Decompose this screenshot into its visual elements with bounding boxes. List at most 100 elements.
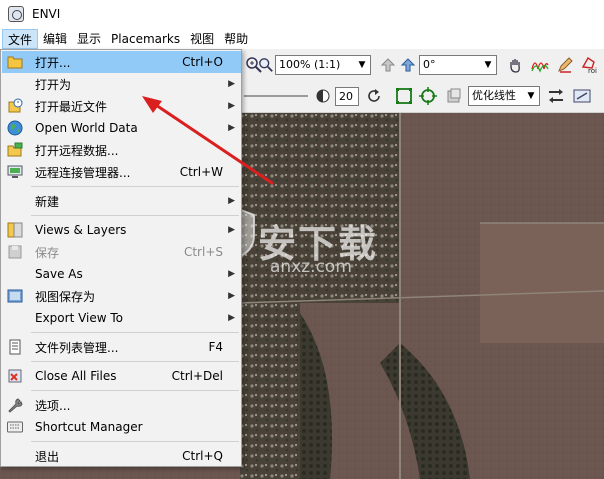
menu-item-options[interactable]: 选项... [2, 394, 241, 416]
menu-item-label: Shortcut Manager [35, 420, 143, 434]
title-bar: ENVI [0, 0, 604, 28]
menu-item-save-view-as[interactable]: 视图保存为 ▶ [2, 285, 241, 307]
menu-item-recent-files[interactable]: 打开最近文件 ▶ [2, 95, 241, 117]
menu-item-open-world-data[interactable]: Open World Data ▶ [2, 117, 241, 139]
menu-item-shortcut: F4 [208, 340, 223, 354]
keyboard-icon [7, 419, 23, 435]
menu-item-open[interactable]: 打开... Ctrl+O [2, 51, 241, 73]
chevron-down-icon: ▼ [358, 60, 366, 70]
chevron-right-icon: ▶ [228, 196, 235, 206]
menu-separator [31, 361, 239, 362]
transparency-slider[interactable] [244, 95, 308, 97]
menu-bar: 文件 编辑 显示 Placemarks 视图 帮助 [0, 28, 604, 49]
menu-item-label: 新建 [35, 194, 60, 209]
menu-separator [31, 332, 239, 333]
crosshair-icon[interactable] [418, 86, 438, 106]
remote-connection-icon [7, 164, 23, 180]
menu-item-label: 选项... [35, 398, 71, 413]
pencil-icon[interactable] [555, 55, 575, 75]
menu-separator [31, 441, 239, 442]
wrench-icon [7, 397, 23, 413]
menu-item-label: Export View To [35, 311, 124, 325]
layer-link-icon[interactable] [444, 86, 464, 106]
stretch-select[interactable]: 优化线性 ▼ [468, 86, 540, 106]
chevron-right-icon: ▶ [228, 291, 235, 301]
spectral-profile-icon[interactable] [530, 55, 550, 75]
menu-file[interactable]: 文件 [2, 28, 39, 49]
window-title: ENVI [32, 7, 61, 21]
watermark-subtext: anxz.com [270, 257, 352, 277]
globe-icon [7, 120, 23, 136]
menu-item-remote-connection-manager[interactable]: 远程连接管理器... Ctrl+W [2, 161, 241, 183]
menu-item-label: Open World Data [35, 121, 138, 135]
stretch-refresh-icon[interactable] [546, 86, 566, 106]
menu-item-shortcut-manager[interactable]: Shortcut Manager [2, 416, 241, 438]
chevron-down-icon: ▼ [527, 91, 535, 101]
refresh-icon[interactable] [364, 86, 384, 106]
save-icon [7, 244, 23, 260]
menu-item-shortcut: Ctrl+Del [171, 369, 223, 383]
menu-item-open-as[interactable]: 打开为 ▶ [2, 73, 241, 95]
menu-item-exit[interactable]: 退出 Ctrl+Q [2, 445, 241, 467]
chevron-down-icon: ▼ [484, 60, 492, 70]
remote-data-icon [7, 142, 23, 158]
menu-view[interactable]: 视图 [185, 29, 219, 49]
zoom-out-icon[interactable] [256, 55, 276, 75]
hand-pan-icon[interactable] [505, 55, 525, 75]
roi-tool-icon[interactable]: roi [580, 55, 600, 75]
menu-item-label: 打开最近文件 [35, 99, 108, 114]
chevron-right-icon: ▶ [228, 225, 235, 235]
close-files-icon [7, 368, 23, 384]
chevron-right-icon: ▶ [228, 313, 235, 323]
menu-item-save-as[interactable]: Save As ▶ [2, 263, 241, 285]
menu-item-label: 视图保存为 [35, 289, 96, 304]
chevron-right-icon: ▶ [228, 101, 235, 111]
file-menu-dropdown: 打开... Ctrl+O 打开为 ▶ 打开最近文件 ▶ Open World D… [0, 49, 242, 467]
folder-open-icon [7, 54, 23, 70]
transparency-input[interactable]: 20 [335, 87, 359, 106]
menu-item-label: 打开远程数据... [35, 143, 119, 158]
menu-item-open-remote-data[interactable]: 打开远程数据... [2, 139, 241, 161]
chevron-right-icon: ▶ [228, 79, 235, 89]
menu-help[interactable]: 帮助 [219, 29, 253, 49]
menu-item-label: 远程连接管理器... [35, 165, 131, 180]
zoom-select-value: 100% (1:1) [279, 58, 341, 71]
menu-item-label: 打开... [35, 55, 71, 70]
menu-item-shortcut: Ctrl+S [183, 245, 223, 259]
menu-item-label: Save As [35, 267, 83, 281]
rotate-up-icon[interactable] [378, 55, 398, 75]
chevron-right-icon: ▶ [228, 123, 235, 133]
menu-item-label: 退出 [35, 449, 60, 464]
menu-display[interactable]: 显示 [72, 29, 106, 49]
roi-label: roi [588, 67, 597, 74]
menu-item-export-view-to[interactable]: Export View To ▶ [2, 307, 241, 329]
menu-item-new[interactable]: 新建 ▶ [2, 190, 241, 212]
views-layers-icon [7, 222, 23, 238]
menu-item-shortcut: Ctrl+Q [182, 449, 223, 463]
zoom-select[interactable]: 100% (1:1) ▼ [275, 55, 371, 75]
transparency-icon [313, 86, 333, 106]
menu-edit[interactable]: 编辑 [38, 29, 72, 49]
menu-item-label: 保存 [35, 245, 60, 260]
menu-item-label: Views & Layers [35, 223, 127, 237]
chevron-right-icon: ▶ [228, 269, 235, 279]
file-list-icon [7, 339, 23, 355]
menu-item-views-layers[interactable]: Views & Layers ▶ [2, 219, 241, 241]
full-extent-icon[interactable] [394, 86, 414, 106]
rotate-icon[interactable] [398, 55, 418, 75]
brightness-icon[interactable] [572, 86, 592, 106]
menu-placemarks[interactable]: Placemarks [106, 29, 185, 49]
menu-item-shortcut: Ctrl+O [182, 55, 223, 69]
stretch-select-value: 优化线性 [472, 89, 516, 102]
rotation-select-value: 0° [423, 58, 436, 71]
rotation-select[interactable]: 0° ▼ [419, 55, 497, 75]
menu-item-label: Close All Files [35, 369, 117, 383]
save-view-icon [7, 288, 23, 304]
envi-app-icon [8, 6, 24, 22]
menu-item-label: 文件列表管理... [35, 340, 119, 355]
recent-files-icon [7, 98, 23, 114]
menu-separator [31, 215, 239, 216]
menu-item-save: 保存 Ctrl+S [2, 241, 241, 263]
menu-item-close-all-files[interactable]: Close All Files Ctrl+Del [2, 365, 241, 387]
menu-item-file-list-manager[interactable]: 文件列表管理... F4 [2, 336, 241, 358]
